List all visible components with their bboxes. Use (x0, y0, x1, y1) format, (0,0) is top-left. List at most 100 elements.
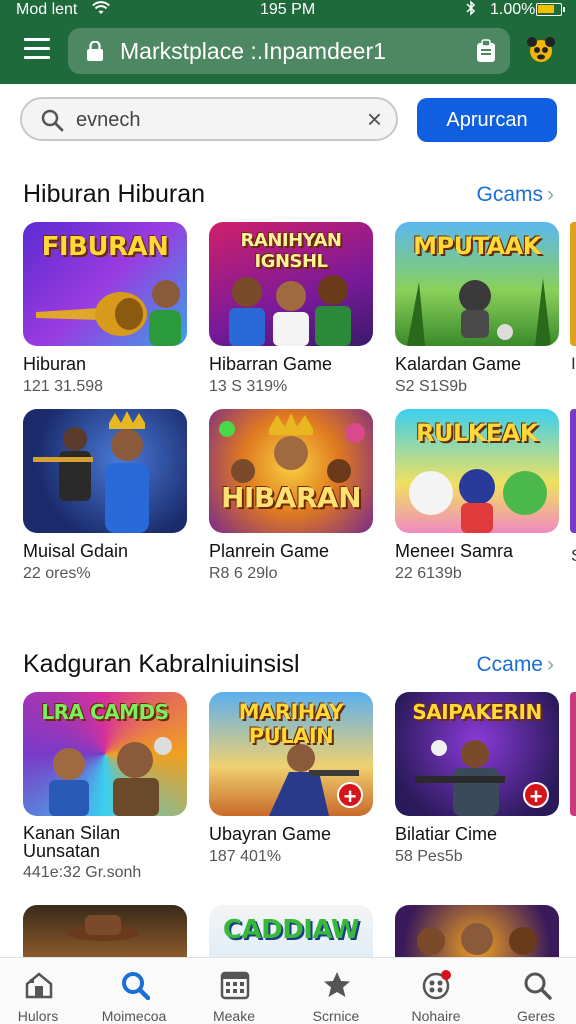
app-art-title: HIBARAN (220, 481, 362, 514)
star-icon (322, 970, 352, 1000)
app-name: Hiburan (23, 354, 87, 374)
app-card[interactable]: Muisal Gdain 22 ores% (23, 409, 187, 583)
nav-label: Scrnice (312, 1008, 360, 1024)
nav-label: Moimecoa (101, 1008, 167, 1024)
calendar-icon (220, 970, 250, 1000)
carrier-label: Mod lent (16, 1, 78, 18)
add-icon[interactable]: + (337, 782, 363, 809)
app-thumbnail: RANIHYAN IGNSHL (209, 222, 373, 346)
trumpet-icon (36, 280, 181, 346)
section-title: Kadguran Kabralniuinsisl (23, 650, 300, 678)
app-name: Meneeı Samra (395, 541, 514, 561)
bluetooth-icon (466, 0, 476, 19)
nav-label: Hulors (17, 1008, 59, 1024)
app-name: Ubayran Game (209, 824, 332, 844)
app-thumbnail (23, 905, 187, 957)
app-thumbnail: FIBURAN (23, 222, 187, 346)
nav-item-calendar[interactable]: Meake (184, 958, 284, 1024)
clipboard-icon[interactable] (476, 39, 496, 63)
app-name: Planrein Game (209, 541, 330, 561)
app-name: Hibarran Game (209, 354, 333, 374)
app-card[interactable] (23, 905, 187, 957)
app-art-title: LRA CAMDS (41, 700, 169, 724)
section-title: Hiburan Hiburan (23, 180, 206, 208)
app-card[interactable]: HIBARAN Planrein Game R8 6 29lo (209, 409, 373, 583)
search-bar: × (20, 97, 398, 141)
nav-label: Meake (212, 1008, 256, 1024)
app-thumbnail: MARIHAY PULAIN + (209, 692, 373, 816)
top-bar: Mod lent 195 PM 1.00% Markstplace :.Inpa… (0, 0, 576, 84)
app-art-title: RULKEAK (416, 419, 538, 447)
app-art-title: FIBURAN (41, 232, 169, 262)
app-thumbnail: HIBARAN (209, 409, 373, 533)
app-name: Kanan Silan Uunsatan (23, 823, 121, 861)
search-input[interactable] (76, 107, 346, 133)
lock-icon (86, 40, 104, 61)
nav-label: Geres (516, 1008, 556, 1024)
home-icon (24, 970, 54, 1000)
nav-label: Nohaire (411, 1008, 461, 1024)
app-thumbnail: LRA CAMDS (23, 692, 187, 816)
app-meta: 22 6139b (395, 565, 462, 582)
next-card-peek-text: I (571, 354, 576, 373)
characters-icon (229, 275, 351, 346)
chevron-right-icon: › (547, 653, 554, 676)
see-more-label: Ccame (476, 653, 543, 676)
hat-icon (67, 915, 139, 941)
address-url: Markstplace :.Inpamdeer1 (120, 38, 386, 64)
bottom-navigation: Hulors Moimecoa Meake Scrnice Nohaire Ge… (0, 957, 576, 1024)
notifications-icon (422, 970, 452, 1000)
app-art-title: SAIPAKERIN (412, 700, 542, 724)
app-meta: 13 S 319% (209, 378, 288, 395)
character-icon (407, 278, 551, 346)
app-meta: 121 31.598 (23, 378, 104, 395)
search-submit-button[interactable]: Aprurcan (417, 98, 557, 142)
search-icon (120, 970, 151, 1001)
next-card-peek (570, 692, 576, 816)
address-bar[interactable]: Markstplace :.Inpamdeer1 (68, 28, 510, 74)
nav-item-notifications[interactable]: Nohaire (386, 958, 486, 1024)
battery-percent: 1.00% (490, 1, 536, 18)
battery-level-fill (538, 5, 554, 13)
app-card[interactable]: RULKEAK Meneeı Samra 22 6139b (395, 409, 559, 583)
nav-item-explore[interactable]: Geres (486, 958, 576, 1024)
add-icon[interactable]: + (523, 782, 549, 809)
extension-icon[interactable] (524, 33, 558, 67)
app-card[interactable]: FIBURAN Hiburan 121 31.598 (23, 222, 187, 396)
app-name: Bilatiar Cime (395, 824, 498, 844)
app-meta: 22 ores% (23, 565, 91, 582)
app-thumbnail (23, 409, 187, 533)
app-thumbnail: SAIPAKERIN + (395, 692, 559, 816)
app-card[interactable] (395, 905, 559, 957)
app-meta: R8 6 29lo (209, 565, 278, 582)
app-card[interactable]: SAIPAKERIN + Bilatiar Cime 58 Pes5b (395, 692, 559, 866)
app-meta: 441e:32 Gr.sonh (23, 864, 142, 881)
app-card[interactable]: LRA CAMDS Kanan Silan Uunsatan 441e:32 G… (23, 692, 187, 882)
app-meta: S2 S1S9b (395, 378, 468, 395)
see-more-label: Gcams (476, 183, 543, 206)
app-thumbnail: RULKEAK (395, 409, 559, 533)
app-card[interactable]: CADDIAW (209, 905, 373, 957)
search-icon (522, 970, 552, 1000)
see-more-link[interactable]: Gcams › (476, 183, 554, 207)
app-card[interactable]: MARIHAY PULAIN + Ubayran Game 187 401% (209, 692, 373, 866)
characters-icon (417, 923, 537, 955)
characters-icon (49, 737, 172, 816)
clock: 195 PM (260, 1, 316, 18)
next-card-peek (570, 409, 576, 533)
app-card[interactable]: RANIHYAN IGNSHL Hibarran Game 13 S 319% (209, 222, 373, 396)
app-meta: 187 401% (209, 848, 282, 865)
app-art-title: MPUTAAK (413, 232, 541, 260)
app-card[interactable]: MPUTAAK Kalardan Game S2 S1S9b (395, 222, 559, 396)
clear-icon[interactable]: × (367, 105, 382, 133)
app-thumbnail (395, 905, 559, 957)
characters-icon (219, 413, 365, 483)
nav-item-favorites[interactable]: Scrnice (286, 958, 386, 1024)
nav-item-home[interactable]: Hulors (0, 958, 88, 1024)
see-more-link[interactable]: Ccame › (476, 653, 554, 677)
nav-item-search[interactable]: Moimecoa (84, 958, 184, 1024)
next-card-peek (570, 222, 576, 346)
chevron-right-icon: › (547, 183, 554, 206)
menu-icon[interactable] (24, 38, 50, 60)
next-card-peek-text: S (571, 546, 576, 566)
